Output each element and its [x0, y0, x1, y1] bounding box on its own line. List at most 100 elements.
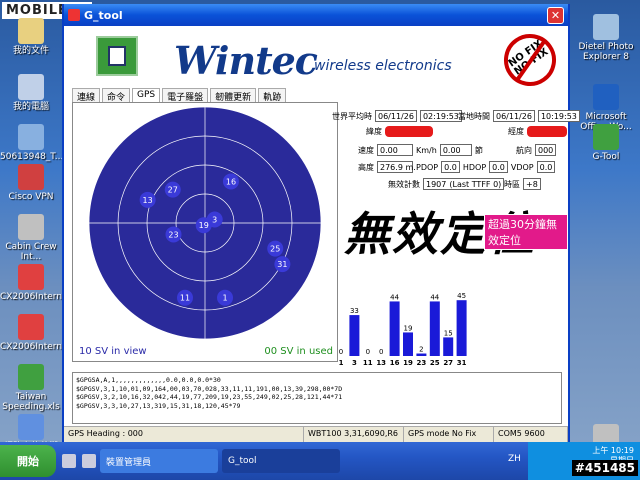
longitude-redacted — [527, 126, 567, 137]
timezone-value: +8 — [523, 178, 541, 190]
heading-value: 000 — [535, 144, 557, 156]
longitude-label: 經度 — [508, 127, 524, 136]
desktop-icon-label: Dietel Photo Explorer 8 — [578, 42, 634, 62]
timezone-label: 時區 — [504, 179, 520, 189]
bar-category-label: 13 — [376, 359, 386, 367]
window-titlebar[interactable]: G_tool ✕ — [64, 4, 568, 26]
desktop-icon-label: 我的文件 — [12, 46, 49, 56]
bar-value-label: 0 — [379, 348, 383, 356]
desktop-icon-label: G-Tool — [592, 152, 620, 162]
nmea-line: $GPGSA,A,1,,,,,,,,,,,,,0.0,0.0,0.0*30 — [76, 376, 221, 384]
clock-time[interactable]: 上午 10:19 — [534, 446, 634, 456]
bar-value-label: 0 — [366, 348, 370, 356]
brand-tagline: wireless electronics — [314, 58, 452, 74]
satellite-label: 1 — [222, 294, 227, 303]
task-gtool[interactable]: G_tool — [222, 449, 340, 473]
satellite-label: 25 — [270, 245, 280, 254]
satellite-label: 19 — [199, 221, 209, 230]
signal-bar — [456, 300, 467, 356]
taskbar: 開始 裝置管理員 G_tool ZH 上午 10:19 星期日 2006/11/… — [0, 442, 640, 480]
signal-bar — [429, 301, 440, 356]
satellite-label: 31 — [277, 260, 287, 269]
desktop-icon[interactable]: Taiwan Speeding.xls — [0, 364, 62, 412]
nmea-line: $GPGSV,3,2,10,16,32,042,44,19,77,209,19,… — [76, 393, 343, 401]
signal-bar — [416, 353, 427, 356]
desktop-icon[interactable]: 50613948_T... — [0, 124, 63, 162]
signal-bar — [349, 315, 360, 356]
nmea-line: $GPGSV,3,3,10,27,13,319,15,31,18,120,45*… — [76, 401, 241, 410]
sv-in-view-label: 10 SV in view — [79, 346, 147, 357]
signal-strength-chart: 0133301101344161919223442515274531 — [339, 292, 467, 367]
desktop-icon-label: Taiwan Speeding.xls — [2, 392, 60, 412]
watermark-id: #451485 — [571, 460, 638, 476]
gps-chip-icon — [96, 36, 138, 76]
desktop-icon[interactable]: Cabin Crew Int... — [0, 214, 62, 262]
signal-bar — [443, 337, 454, 356]
vdop-label: VDOP — [510, 162, 534, 172]
bar-category-label: 25 — [430, 359, 440, 367]
file-icon — [18, 414, 44, 440]
file-icon — [18, 214, 44, 240]
desktop-icon[interactable]: CX2006Intern... — [0, 264, 71, 302]
status-cell: WBT100 3,31,6090,R6 — [304, 427, 404, 442]
vdop-value: 0.0 — [536, 161, 556, 173]
task-device-manager[interactable]: 裝置管理員 — [100, 449, 218, 473]
bar-category-label: 23 — [417, 359, 427, 367]
bar-value-label: 2 — [419, 346, 423, 354]
local-time-label: 當地時間 — [458, 111, 490, 121]
file-icon — [593, 14, 619, 40]
language-indicator[interactable]: ZH — [508, 454, 521, 464]
bar-category-label: 27 — [443, 359, 453, 367]
nmea-log: $GPGSA,A,1,,,,,,,,,,,,,0.0,0.0,0.0*30 $GP… — [72, 372, 562, 424]
hdop-value: 0.0 — [489, 161, 508, 173]
signal-bar — [389, 301, 400, 356]
desktop-icon[interactable]: G-Tool — [575, 124, 637, 162]
bar-category-label: 19 — [403, 359, 413, 367]
desktop-icon[interactable]: 我的電腦 — [0, 74, 62, 112]
heading-label: 航向 — [516, 145, 532, 155]
pdop-label: PDOP — [416, 162, 439, 172]
close-icon[interactable]: ✕ — [547, 6, 564, 24]
window-content: Wintec wireless electronics NO FIX NO FI… — [64, 23, 580, 444]
desktop-icon-label: CX2006Intern... — [0, 342, 71, 352]
sky-view-radar: 27161332319253111 1 — [88, 106, 322, 340]
bar-category-label: 31 — [457, 359, 467, 367]
timeout-callout: 超過30分鐘無效定位 — [484, 214, 568, 250]
file-icon — [18, 74, 44, 100]
bar-category-label: 3 — [352, 359, 357, 367]
speed-value: 0.00 — [377, 144, 413, 156]
timer-note: (Last TTFF 0) — [449, 180, 502, 189]
desktop-icon[interactable]: Dietel Photo Explorer 8 — [575, 14, 637, 62]
altitude-value: 276.9 m. — [377, 161, 416, 173]
start-button[interactable]: 開始 — [0, 445, 56, 477]
local-time: 10:19:53 — [537, 110, 580, 122]
app-icon — [68, 9, 80, 21]
file-icon — [593, 84, 619, 110]
timer-count: 1907 — [426, 180, 447, 189]
status-bar: GPS Heading : 000 WBT100 3,31,6090,R6 GPS … — [64, 426, 568, 442]
utc-date: 06/11/26 — [375, 110, 417, 122]
knot-unit: 節 — [474, 145, 483, 155]
desktop-icon-label: Cisco VPN — [8, 192, 54, 202]
latitude-label: 緯度 — [366, 127, 382, 136]
knot-value: 0.00 — [439, 144, 472, 156]
file-icon — [18, 18, 44, 44]
no-fix-stamp: NO FIX NO FIX — [493, 23, 567, 97]
desktop-icon[interactable]: CX2006Intern... — [0, 314, 71, 352]
desktop-icon[interactable]: 我的文件 — [0, 18, 62, 56]
bar-value-label: 44 — [430, 293, 439, 301]
file-icon — [18, 364, 44, 390]
quicklaunch-desktop-icon[interactable] — [82, 454, 96, 468]
window-title: G_tool — [84, 8, 123, 22]
status-cell: GPS Heading : 000 — [64, 427, 304, 442]
signal-bar — [403, 332, 413, 356]
bar-value-label: 45 — [457, 292, 466, 300]
gtool-window[interactable]: G_tool ✕ Wintec wireless electronics NO … — [62, 4, 580, 446]
bar-value-label: 15 — [444, 329, 453, 337]
satellite-label: 11 — [180, 294, 190, 303]
hdop-label: HDOP — [462, 162, 487, 172]
desktop-icon[interactable]: Cisco VPN — [0, 164, 62, 202]
quicklaunch-ie-icon[interactable] — [62, 454, 76, 468]
bar-value-label: 0 — [339, 348, 343, 356]
latitude-redacted — [385, 126, 433, 137]
